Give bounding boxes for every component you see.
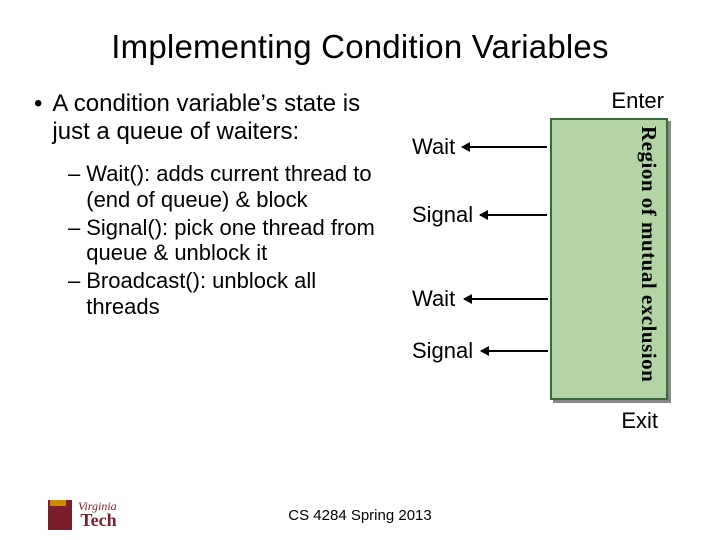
region-label: Region of mutual exclusion: [636, 126, 661, 394]
event-signal-1: Signal: [412, 202, 473, 228]
slide-title: Implementing Condition Variables: [34, 28, 686, 66]
arrow-left-icon: [464, 298, 548, 300]
main-bullet: • A condition variable’s state is just a…: [34, 90, 394, 147]
dash-icon: –: [68, 215, 80, 267]
vt-logo-text: Virginia Tech: [76, 501, 117, 529]
slide: Implementing Condition Variables • A con…: [0, 0, 720, 540]
logo-line-2: Tech: [78, 512, 117, 529]
sub-item-text: Signal(): pick one thread from queue & u…: [86, 215, 394, 267]
arrow-left-icon: [462, 146, 547, 148]
diagram: Enter Region of mutual exclusion Wait Si…: [402, 90, 686, 430]
bullet-dot-icon: •: [34, 90, 42, 147]
dash-icon: –: [68, 161, 80, 213]
event-wait-2: Wait: [412, 286, 455, 312]
sub-item-broadcast: – Broadcast(): unblock all threads: [68, 268, 394, 320]
text-column: • A condition variable’s state is just a…: [34, 90, 394, 430]
sub-item-text: Broadcast(): unblock all threads: [86, 268, 394, 320]
sub-item-signal: – Signal(): pick one thread from queue &…: [68, 215, 394, 267]
sub-item-text: Wait(): adds current thread to (end of q…: [86, 161, 394, 213]
arrow-left-icon: [480, 214, 547, 216]
vt-logo: Virginia Tech: [48, 500, 117, 530]
dash-icon: –: [68, 268, 80, 320]
arrow-left-icon: [481, 350, 548, 352]
main-bullet-text: A condition variable’s state is just a q…: [52, 90, 394, 147]
sub-bullet-list: – Wait(): adds current thread to (end of…: [34, 161, 394, 321]
slide-body: • A condition variable’s state is just a…: [34, 90, 686, 430]
event-wait-1: Wait: [412, 134, 455, 160]
event-signal-2: Signal: [412, 338, 473, 364]
enter-label: Enter: [611, 88, 664, 114]
exit-label: Exit: [621, 408, 658, 434]
vt-logo-mark-icon: [48, 500, 72, 530]
sub-item-wait: – Wait(): adds current thread to (end of…: [68, 161, 394, 213]
